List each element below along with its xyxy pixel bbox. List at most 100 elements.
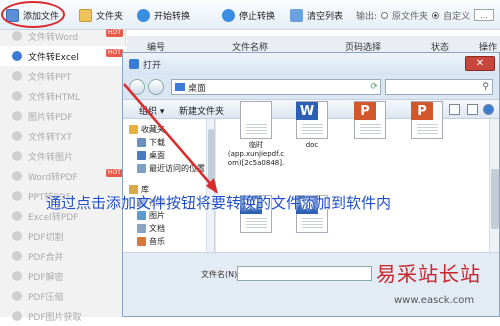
- document-lines: [302, 124, 323, 136]
- convert-type-icon: [12, 171, 22, 181]
- sidebar-item[interactable]: 文件转Word HOT: [0, 26, 126, 46]
- sidebar-item-label: PDF切割: [28, 232, 64, 243]
- convert-type-icon: [12, 271, 22, 281]
- sidebar-item-label: 文件转图片: [28, 152, 74, 163]
- clear-list-label: 清空列表: [307, 11, 344, 22]
- start-convert-button[interactable]: 开始转换: [137, 6, 190, 24]
- file-list-pane: 临时 (app.xunjiepdf.c om)[2c5a0848]. Wdoc P P…: [216, 101, 499, 252]
- search-input[interactable]: ⚲: [385, 79, 493, 95]
- document-lines: [417, 124, 438, 136]
- close-button[interactable]: ✕: [465, 56, 495, 71]
- stop-convert-label: 停止转换: [239, 11, 276, 22]
- convert-type-icon: [12, 91, 22, 101]
- sidebar-item-label: 文件转TXT: [28, 132, 73, 143]
- add-folder-button[interactable]: 文件夹: [79, 6, 123, 24]
- sidebar-item[interactable]: PDF合并: [0, 246, 126, 266]
- preview-pane-icon[interactable]: [467, 104, 478, 115]
- convert-type-icon: [12, 71, 22, 81]
- play-icon: [137, 8, 150, 22]
- sidebar: 文件转Word HOT 文件转Excel HOT 文件转PPT 文件转HTML 图片转PDF…: [0, 29, 126, 323]
- start-convert-label: 开始转换: [154, 11, 191, 22]
- sidebar-item[interactable]: PDF切割: [0, 226, 126, 246]
- nav-item-label: 文档: [149, 224, 165, 233]
- custom-path-button[interactable]: ...: [474, 9, 495, 21]
- file-item[interactable]: Wdoc: [288, 101, 336, 159]
- sidebar-item[interactable]: 文件转图片: [0, 146, 126, 166]
- help-icon[interactable]: [483, 104, 494, 115]
- powerpoint-document-icon: P: [354, 101, 386, 139]
- sidebar-item-label: 文件转Word: [28, 32, 79, 43]
- watermark-url: www.easck.com: [394, 295, 475, 306]
- file-item[interactable]: P: [403, 101, 451, 159]
- hot-badge: HOT: [106, 29, 123, 37]
- sidebar-item-label: 文件转HTML: [28, 92, 81, 103]
- convert-type-icon: [12, 51, 22, 61]
- convert-type-icon: [12, 131, 22, 141]
- dialog-titlebar: 打开 ✕: [123, 53, 499, 75]
- sidebar-item[interactable]: 文件转PPT: [0, 66, 126, 86]
- file-caption: 临时 (app.xunjiepdf.c om)[2c5a0848].: [227, 141, 285, 167]
- sidebar-item-label: Word转PDF: [28, 172, 78, 183]
- search-icon: ⚲: [482, 82, 489, 92]
- sidebar-item-label: 文件转Excel: [28, 52, 79, 63]
- red-arrow-annotation: [123, 83, 218, 194]
- radio-original-folder[interactable]: [381, 11, 389, 19]
- original-folder-label: 原文件夹: [392, 11, 429, 22]
- nav-item[interactable]: 文档: [137, 222, 165, 235]
- sidebar-item[interactable]: 文件转TXT: [0, 126, 126, 146]
- nav-item[interactable]: 音乐: [137, 235, 165, 248]
- convert-type-icon: [12, 311, 22, 321]
- highlight-circle: [1, 1, 65, 28]
- sidebar-item[interactable]: PDF解密: [0, 266, 126, 286]
- hot-badge: HOT: [106, 49, 123, 57]
- sidebar-item-label: 文件转PPT: [28, 72, 72, 83]
- watermark-text: 易采站长站: [376, 262, 481, 286]
- music-icon: [137, 237, 146, 246]
- powerpoint-document-icon: P: [411, 101, 443, 139]
- convert-type-icon: [12, 211, 22, 221]
- sidebar-item[interactable]: PDF压缩: [0, 286, 126, 306]
- convert-type-icon: [12, 191, 22, 201]
- convert-type-icon: [12, 31, 22, 41]
- file-item[interactable]: P: [346, 101, 394, 159]
- stop-convert-button[interactable]: 停止转换: [222, 6, 275, 24]
- stop-icon: [222, 8, 235, 22]
- add-folder-label: 文件夹: [96, 11, 124, 22]
- filename-input[interactable]: [237, 266, 372, 281]
- document-lines: [360, 124, 381, 136]
- folder-icon: [79, 8, 92, 22]
- clear-icon: [290, 8, 303, 22]
- sidebar-item[interactable]: PDF图片获取: [0, 306, 126, 326]
- output-label: 输出:: [356, 11, 378, 22]
- file-type-badge: W: [296, 102, 318, 120]
- files-scrollbar[interactable]: [489, 119, 499, 252]
- document-lines: [246, 124, 267, 136]
- convert-type-icon: [12, 231, 22, 241]
- dialog-title: 打开: [143, 60, 162, 71]
- sidebar-item[interactable]: 文件转HTML: [0, 86, 126, 106]
- filename-label: 文件名(N):: [201, 270, 240, 279]
- sidebar-item[interactable]: 图片转PDF: [0, 106, 126, 126]
- sidebar-item-label: PDF图片获取: [28, 312, 82, 323]
- app-icon: [129, 59, 139, 69]
- refresh-icon[interactable]: ⟳: [367, 79, 381, 95]
- file-caption: doc: [305, 141, 319, 149]
- file-type-badge: P: [411, 102, 433, 120]
- files-scroll-thumb[interactable]: [491, 169, 499, 229]
- sidebar-item-label: PDF压缩: [28, 292, 64, 303]
- sidebar-item[interactable]: Word转PDF HOT: [0, 166, 126, 186]
- custom-label: 自定义: [443, 11, 471, 22]
- sidebar-item-label: PDF解密: [28, 272, 64, 283]
- convert-type-icon: [12, 251, 22, 261]
- document-lines: [302, 218, 323, 230]
- file-item[interactable]: 临时 (app.xunjiepdf.c om)[2c5a0848].: [228, 101, 284, 167]
- sidebar-item[interactable]: 文件转Excel HOT: [0, 46, 126, 66]
- file-type-badge: P: [354, 102, 376, 120]
- nav-item-label: 音乐: [149, 237, 165, 246]
- documents-icon: [137, 224, 146, 233]
- convert-type-icon: [12, 151, 22, 161]
- radio-custom[interactable]: [432, 11, 440, 19]
- convert-type-icon: [12, 291, 22, 301]
- output-options: 输出: 原文件夹 自定义 ...: [356, 6, 495, 24]
- clear-list-button[interactable]: 清空列表: [290, 6, 343, 24]
